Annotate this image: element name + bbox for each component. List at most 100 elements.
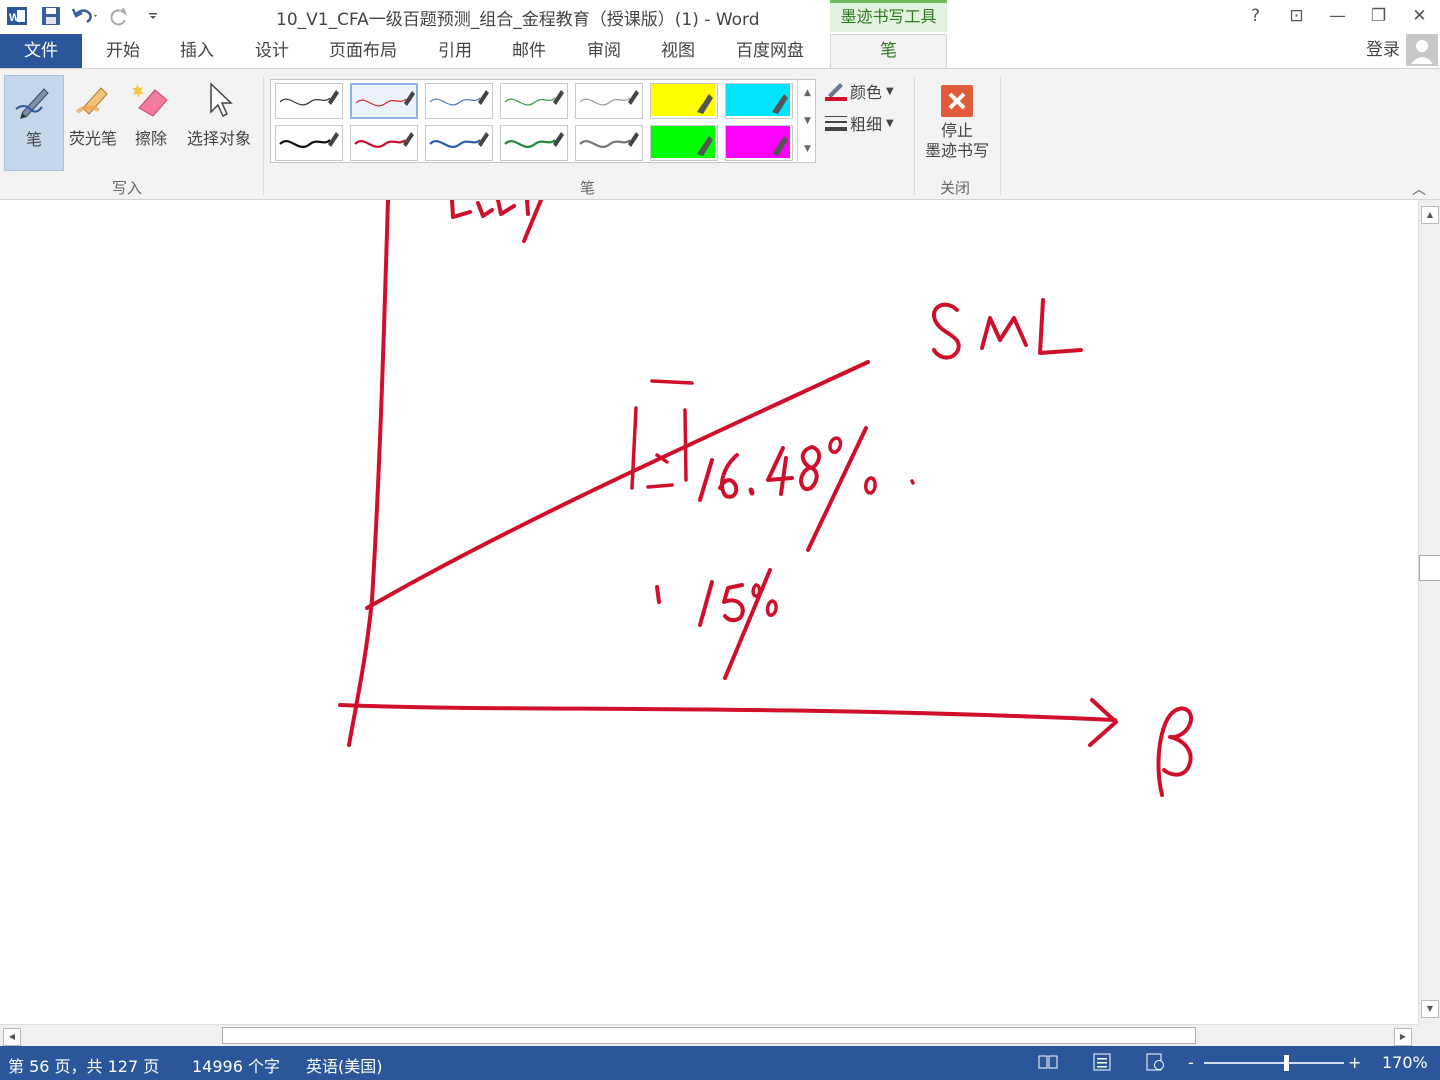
pen-color-button[interactable]: 颜色 ▼ [824, 79, 894, 103]
svg-text:W: W [9, 12, 20, 24]
gallery-down-icon[interactable]: ▼ [798, 107, 817, 135]
digit-6 [718, 453, 739, 499]
pen-style-swatch[interactable] [350, 125, 418, 161]
pen-style-swatch[interactable] [425, 83, 493, 119]
zoom-out-button[interactable]: - [1188, 1053, 1194, 1072]
x-axis-stroke [338, 703, 1117, 722]
ribbon-display-options-button[interactable]: ⊡ [1276, 0, 1317, 32]
tab-design[interactable]: 设计 [255, 34, 289, 68]
trailing-dot [910, 479, 915, 485]
scroll-up-icon[interactable]: ▲ [1421, 206, 1439, 224]
scrollbar-corner [1418, 1024, 1440, 1046]
pen-button-label: 笔 [25, 130, 42, 149]
customize-qat-icon[interactable] [136, 1, 170, 31]
tab-view[interactable]: 视图 [661, 34, 695, 68]
close-window-button[interactable]: ✕ [1399, 0, 1440, 32]
gallery-up-icon[interactable]: ▲ [798, 79, 817, 107]
zoom-in-button[interactable]: + [1348, 1053, 1361, 1072]
scroll-left-icon[interactable]: ◀ [3, 1028, 21, 1046]
tab-pens[interactable]: 笔 [830, 34, 947, 69]
zoom-slider-thumb[interactable] [1284, 1055, 1290, 1071]
tab-mailings[interactable]: 邮件 [512, 34, 546, 68]
language-indicator[interactable]: 英语(美国) [306, 1053, 383, 1077]
pen-style-swatch[interactable] [650, 125, 718, 161]
minimize-button[interactable]: — [1317, 0, 1358, 32]
window-controls: ? ⊡ — ❐ ✕ [1235, 0, 1440, 32]
pen-gallery [270, 79, 816, 163]
sml-letter-s [932, 302, 961, 360]
gallery-more-icon[interactable]: ▼ [798, 135, 817, 163]
scroll-down-icon[interactable]: ▼ [1421, 1000, 1439, 1018]
document-canvas[interactable] [0, 200, 1418, 1024]
pen-style-swatch[interactable] [725, 125, 793, 161]
tab-insert[interactable]: 插入 [180, 34, 214, 68]
ink-layer [338, 200, 1194, 797]
web-layout-icon[interactable] [1144, 1052, 1166, 1072]
pen-thickness-button[interactable]: 粗细 ▼ [824, 111, 894, 135]
ribbon-tabs: 文件 开始 插入 设计 页面布局 引用 邮件 审阅 视图 百度网盘 笔 登录 [0, 34, 1440, 69]
word-count[interactable]: 14996 个字 [192, 1053, 280, 1077]
tab-home[interactable]: 开始 [106, 34, 140, 68]
scroll-right-icon[interactable]: ▶ [1394, 1028, 1412, 1046]
ink-tools-context-label: 墨迹书写工具 [830, 0, 947, 32]
eraser-button[interactable]: 擦除 [124, 75, 178, 171]
undo-icon[interactable] [68, 1, 102, 31]
page-count[interactable]: 第 56 页，共 127 页 [8, 1053, 159, 1077]
highlighter-button[interactable]: 荧光笔 [66, 75, 120, 171]
tab-references[interactable]: 引用 [438, 34, 472, 68]
percent-slash [806, 426, 868, 552]
tab-baidu-netdisk[interactable]: 百度网盘 [736, 34, 804, 68]
horizontal-scroll-thumb[interactable] [222, 1027, 1196, 1044]
restore-button[interactable]: ❐ [1358, 0, 1399, 32]
pen-button[interactable]: 笔 [4, 75, 64, 171]
vertical-scroll-thumb[interactable] [1419, 555, 1440, 581]
select-objects-button[interactable]: 选择对象 [182, 75, 256, 171]
pen-style-swatch[interactable] [500, 83, 568, 119]
horizontal-scrollbar[interactable]: ◀ ▶ [0, 1024, 1418, 1046]
tab-page-layout[interactable]: 页面布局 [329, 34, 397, 68]
print-layout-icon[interactable] [1091, 1052, 1113, 1072]
help-button[interactable]: ? [1235, 0, 1276, 32]
eraser-icon [127, 75, 175, 125]
sign-in-link[interactable]: 登录 [1366, 34, 1400, 66]
highlighter-button-label: 荧光笔 [68, 129, 117, 148]
pen-color-label: 颜色 [850, 83, 883, 102]
zoom-slider[interactable] [1204, 1055, 1344, 1071]
pen-style-swatch[interactable] [575, 83, 643, 119]
tab-review[interactable]: 审阅 [587, 34, 621, 68]
select-objects-button-label: 选择对象 [186, 129, 251, 148]
save-icon[interactable] [34, 1, 68, 31]
group-separator [263, 77, 264, 195]
pen-thickness-label: 粗细 [850, 115, 883, 134]
ribbon: 笔 荧光笔 擦除 选择对象 写入 ▲ ▼ ▼ 颜色 ▼ 粗细 ▼ 笔 停止 墨迹… [0, 68, 1440, 200]
read-mode-icon[interactable] [1037, 1052, 1059, 1072]
eraser-button-label: 擦除 [134, 129, 167, 148]
status-bar: 第 56 页，共 127 页 14996 个字 英语(美国) - + 170% [0, 1046, 1440, 1080]
y-axis-stroke [347, 200, 390, 747]
redo-icon[interactable] [102, 1, 136, 31]
pen-style-swatch[interactable] [350, 83, 418, 119]
tab-file[interactable]: 文件 [0, 34, 82, 68]
word-app-icon[interactable]: W [0, 1, 34, 31]
group-label-pens: 笔 [580, 179, 596, 197]
beta-symbol [1156, 706, 1194, 797]
avatar[interactable] [1406, 34, 1438, 66]
zoom-level[interactable]: 170% [1382, 1053, 1428, 1072]
pen-style-swatch[interactable] [425, 125, 493, 161]
percent-dot-low-bottom [765, 599, 778, 617]
tick-mark [655, 585, 661, 604]
highlighter-icon [69, 75, 117, 125]
stop-inking-button[interactable]: 停止 墨迹书写 [920, 81, 994, 177]
pen-style-swatch[interactable] [725, 83, 793, 119]
pen-style-swatch[interactable] [575, 125, 643, 161]
collapse-ribbon-icon[interactable]: ︿ [1412, 179, 1426, 199]
pen-style-swatch[interactable] [275, 125, 343, 161]
percent-bottom-dot [864, 476, 877, 495]
stop-inking-label-line1: 停止 [940, 121, 973, 140]
pen-thickness-icon [825, 116, 847, 131]
pen-style-swatch[interactable] [650, 83, 718, 119]
pen-thickness-dropdown-icon: ▼ [886, 117, 894, 129]
vertical-scrollbar[interactable]: ▲ ▼ [1418, 200, 1440, 1024]
pen-style-swatch[interactable] [275, 83, 343, 119]
pen-style-swatch[interactable] [500, 125, 568, 161]
